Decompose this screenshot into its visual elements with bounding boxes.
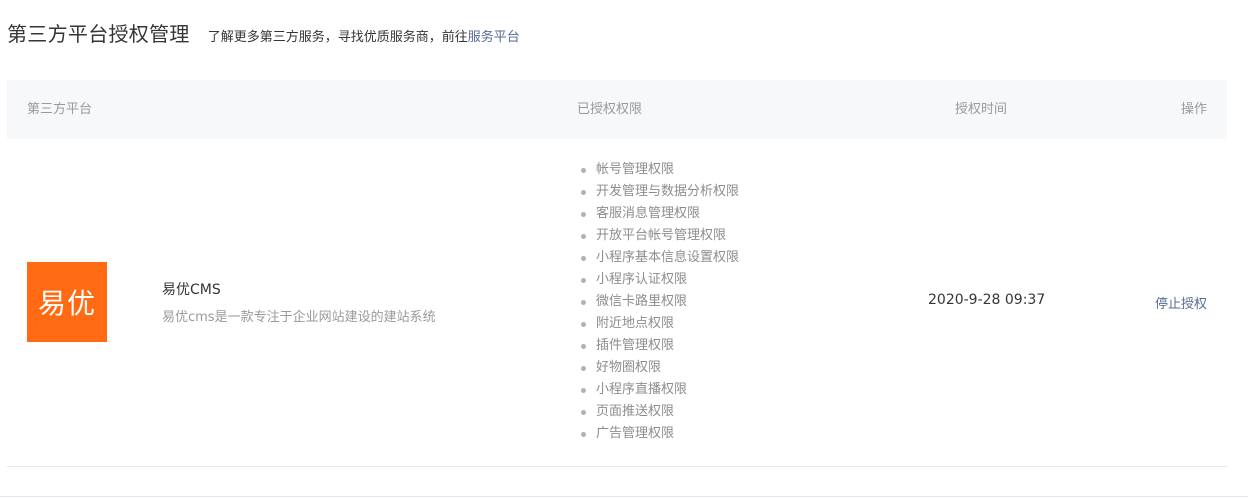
column-header-platform: 第三方平台	[27, 102, 93, 117]
table-row: 易优 易优CMS 易优cms是一款专注于企业网站建设的建站系统 帐号管理权限 开…	[7, 139, 1227, 467]
permission-item: 附近地点权限	[580, 313, 739, 335]
permission-item: 帐号管理权限	[580, 159, 739, 181]
permission-item: 小程序基本信息设置权限	[580, 247, 739, 269]
stop-authorization-link[interactable]: 停止授权	[1155, 293, 1207, 312]
header-description-text: 了解更多第三方服务，寻找优质服务商，前往	[207, 30, 468, 45]
permission-item: 页面推送权限	[580, 401, 739, 423]
permission-item: 小程序认证权限	[580, 269, 739, 291]
permission-item: 小程序直播权限	[580, 379, 739, 401]
column-header-time: 授权时间	[955, 102, 1008, 117]
page-title: 第三方平台授权管理	[7, 22, 190, 46]
permission-list: 帐号管理权限 开发管理与数据分析权限 客服消息管理权限 开放平台帐号管理权限 小…	[580, 159, 739, 445]
app-name: 易优CMS	[162, 282, 221, 298]
column-header-action: 操作	[1180, 102, 1207, 117]
table-header: 第三方平台 已授权权限 授权时间 操作	[7, 80, 1227, 139]
authorization-page: 第三方平台授权管理 了解更多第三方服务，寻找优质服务商，前往服务平台 第三方平台…	[0, 0, 1248, 498]
app-description: 易优cms是一款专注于企业网站建设的建站系统	[162, 310, 436, 325]
service-platform-link[interactable]: 服务平台	[468, 30, 520, 45]
authorization-time: 2020-9-28 09:37	[928, 292, 1046, 308]
app-logo-text: 易优	[37, 287, 96, 320]
header-description: 了解更多第三方服务，寻找优质服务商，前往服务平台	[208, 26, 520, 45]
permission-item: 广告管理权限	[580, 423, 739, 445]
permission-item: 插件管理权限	[580, 335, 739, 357]
app-logo: 易优	[27, 262, 107, 342]
authorization-table: 第三方平台 已授权权限 授权时间 操作 易优 易优CMS 易优cms是一款专注于…	[7, 80, 1227, 467]
page-header: 第三方平台授权管理 了解更多第三方服务，寻找优质服务商，前往服务平台	[7, 18, 520, 52]
permission-item: 微信卡路里权限	[580, 291, 739, 313]
permission-item: 开放平台帐号管理权限	[580, 225, 739, 247]
permission-item: 好物圈权限	[580, 357, 739, 379]
permission-item: 开发管理与数据分析权限	[580, 181, 739, 203]
column-header-permissions: 已授权权限	[577, 102, 643, 117]
permission-item: 客服消息管理权限	[580, 203, 739, 225]
bottom-divider	[0, 496, 1248, 497]
